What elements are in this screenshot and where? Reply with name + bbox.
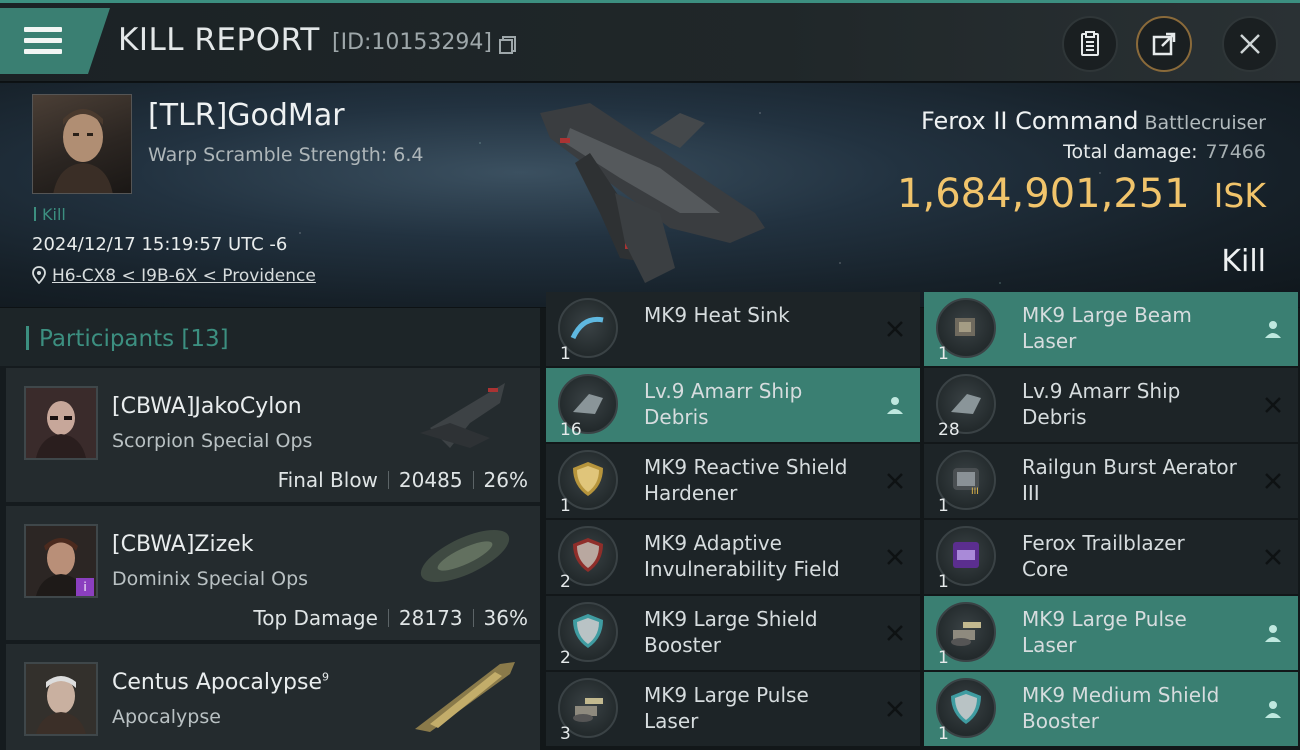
participant-card[interactable]: [CBWA]JakoCylon Scorpion Special Ops Fin… <box>6 368 540 502</box>
dropped-items-grid: 1 MK9 Heat Sink 16 Lv.9 Amarr Ship Debris… <box>540 292 1300 750</box>
item-quantity: 1 <box>938 648 949 668</box>
menu-button[interactable] <box>0 8 110 74</box>
warp-scramble-strength: Warp Scramble Strength: 6.4 <box>148 144 424 166</box>
participant-ship: Dominix Special Ops <box>112 568 309 590</box>
page-title: KILL REPORT <box>118 22 320 58</box>
kill-timestamp: 2024/12/17 15:19:57 UTC -6 <box>32 234 288 255</box>
header-accent-line <box>0 0 1300 3</box>
participant-name: [CBWA]JakoCylon <box>112 394 302 419</box>
clipboard-icon <box>1081 31 1099 56</box>
item-quantity: 1 <box>938 724 949 744</box>
participant-ship-image <box>415 662 515 732</box>
participant-stats: Final Blow 20485 26% <box>277 468 528 492</box>
participant-ship: Apocalypse <box>112 706 221 728</box>
item-tile[interactable]: III 1 Railgun Burst Aerator III <box>924 444 1298 518</box>
participant-card[interactable]: Centus Apocalypse9 Apocalypse <box>6 644 540 750</box>
participant-card[interactable]: i [CBWA]Zizek Dominix Special Ops Top Da… <box>6 506 540 640</box>
share-icon <box>1152 32 1176 56</box>
victim-panel: [TLR]GodMar Warp Scramble Strength: 6.4 … <box>0 83 1300 307</box>
close-icon <box>1240 34 1260 54</box>
close-icon[interactable] <box>884 470 906 492</box>
close-icon[interactable] <box>884 622 906 644</box>
item-quantity: 1 <box>560 344 571 364</box>
participant-avatar: i <box>24 524 98 598</box>
item-name: Ferox Trailblazer Core <box>1022 531 1185 581</box>
participant-name: Centus Apocalypse9 <box>112 670 330 695</box>
close-icon[interactable] <box>884 546 906 568</box>
participant-ship: Scorpion Special Ops <box>112 430 313 452</box>
kill-location-link[interactable]: H6-CX8 < I9B-6X < Providence <box>32 266 316 286</box>
participants-title: Participants [13] <box>26 326 229 352</box>
participants-header: Participants [13] <box>0 308 540 366</box>
item-name: Railgun Burst Aerator III <box>1022 455 1237 505</box>
item-quantity: 28 <box>938 420 960 440</box>
item-name: MK9 Adaptive Invulnerability Field <box>644 531 840 581</box>
total-damage: Total damage: 77466 <box>1063 141 1266 163</box>
participant-avatar <box>24 662 98 736</box>
item-name: MK9 Reactive Shield Hardener <box>644 455 848 505</box>
item-tile[interactable]: 1 MK9 Large Pulse Laser <box>924 596 1298 670</box>
item-name: MK9 Large Beam Laser <box>1022 303 1192 353</box>
item-tile[interactable]: 2 MK9 Adaptive Invulnerability Field <box>546 520 920 594</box>
item-name: MK9 Large Shield Booster <box>644 607 818 657</box>
report-id: [ID:10153294] <box>332 30 492 55</box>
pilot-face-image <box>53 109 113 193</box>
item-tile[interactable]: 1 MK9 Heat Sink <box>546 292 920 366</box>
item-quantity: 1 <box>938 496 949 516</box>
hamburger-menu-icon <box>24 25 64 57</box>
clipboard-button[interactable] <box>1062 16 1118 72</box>
close-icon[interactable] <box>884 318 906 340</box>
close-icon[interactable] <box>1262 470 1284 492</box>
victim-name[interactable]: [TLR]GodMar <box>148 98 345 133</box>
item-quantity: 1 <box>938 344 949 364</box>
svg-text:III: III <box>971 487 979 497</box>
kill-result: Kill <box>1221 244 1266 279</box>
item-quantity: 2 <box>560 648 571 668</box>
close-button[interactable] <box>1222 16 1278 72</box>
person-icon[interactable] <box>1262 622 1284 644</box>
participant-ship-image <box>420 383 505 448</box>
info-badge-icon: i <box>76 578 94 596</box>
item-tile[interactable]: 3 MK9 Large Pulse Laser <box>546 672 920 746</box>
close-icon[interactable] <box>1262 546 1284 568</box>
person-icon[interactable] <box>1262 318 1284 340</box>
item-name: Lv.9 Amarr Ship Debris <box>1022 379 1181 429</box>
item-tile[interactable]: 1 MK9 Reactive Shield Hardener <box>546 444 920 518</box>
item-quantity: 1 <box>938 572 949 592</box>
victim-portrait[interactable] <box>32 94 132 194</box>
item-name: MK9 Medium Shield Booster <box>1022 683 1220 733</box>
participant-avatar <box>24 386 98 460</box>
copy-icon[interactable] <box>498 35 518 55</box>
participants-panel: Participants [13] [CBWA]JakoCylon Scorpi… <box>0 308 540 750</box>
kill-tag: Kill <box>34 205 66 224</box>
participant-ship-image <box>420 529 510 583</box>
item-quantity: 2 <box>560 572 571 592</box>
isk-value: 1,684,901,251 ISK <box>897 171 1266 217</box>
victim-ship-image <box>540 103 765 283</box>
item-quantity: 3 <box>560 724 571 744</box>
victim-ship-name[interactable]: Ferox II Command Battlecruiser <box>921 107 1266 135</box>
header-bar: KILL REPORT [ID:10153294] <box>0 0 1300 82</box>
person-icon[interactable] <box>884 394 906 416</box>
item-tile[interactable]: 1 MK9 Large Beam Laser <box>924 292 1298 366</box>
item-name: MK9 Large Pulse Laser <box>644 683 809 733</box>
item-tile[interactable]: 16 Lv.9 Amarr Ship Debris <box>546 368 920 442</box>
item-tile[interactable]: 1 Ferox Trailblazer Core <box>924 520 1298 594</box>
close-icon[interactable] <box>884 698 906 720</box>
item-tile[interactable]: 1 MK9 Medium Shield Booster <box>924 672 1298 746</box>
item-name: MK9 Heat Sink <box>644 303 790 327</box>
item-tile[interactable]: 2 MK9 Large Shield Booster <box>546 596 920 670</box>
share-button[interactable] <box>1136 16 1192 72</box>
participant-stats: Top Damage 28173 36% <box>253 606 528 630</box>
location-pin-icon <box>32 266 46 284</box>
item-quantity: 1 <box>560 496 571 516</box>
item-name: MK9 Large Pulse Laser <box>1022 607 1187 657</box>
item-quantity: 16 <box>560 420 582 440</box>
item-tile[interactable]: 28 Lv.9 Amarr Ship Debris <box>924 368 1298 442</box>
close-icon[interactable] <box>1262 394 1284 416</box>
kill-report-screen: KILL REPORT [ID:10153294] [TLR]GodMar Wa… <box>0 0 1300 750</box>
participant-name: [CBWA]Zizek <box>112 532 254 557</box>
item-name: Lv.9 Amarr Ship Debris <box>644 379 803 429</box>
person-icon[interactable] <box>1262 698 1284 720</box>
